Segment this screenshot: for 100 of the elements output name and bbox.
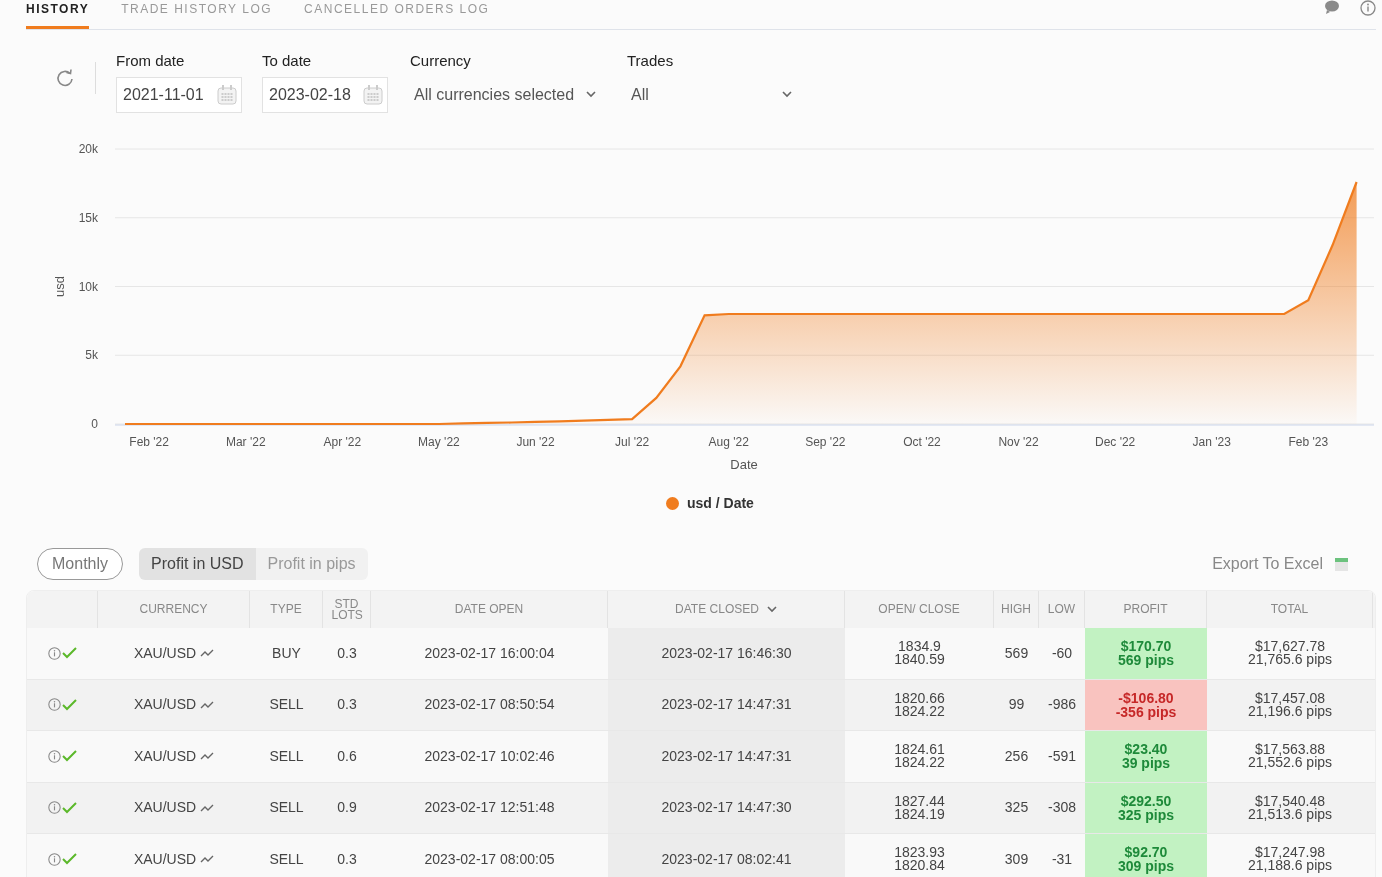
table-cell-text: XAU/USD (133, 643, 197, 663)
checkmark-icon (62, 801, 77, 814)
table-cell: $17,457.08 (1254, 691, 1326, 705)
trend-icon[interactable] (200, 803, 215, 812)
table-cell-text: 2023-02-17 08:00:05 (424, 849, 555, 869)
trend-icon[interactable] (200, 700, 215, 709)
column-header[interactable]: DATE OPEN (454, 604, 524, 615)
table-cell: 1827.44 (894, 794, 945, 808)
x-tick-label: Feb '22 (129, 435, 169, 449)
table-cell-text: XAU/USD (133, 746, 197, 766)
column-header[interactable]: PROFIT (1123, 604, 1168, 615)
table-cell: 1823.93 (894, 846, 945, 860)
table-cell-text: BUY (272, 643, 301, 663)
checkmark-icon (62, 853, 77, 866)
y-tick-label: 10k (78, 279, 98, 294)
sort-chevron-icon (766, 606, 777, 613)
table-cell-text: 0.6 (337, 746, 357, 766)
trend-icon[interactable] (200, 649, 215, 658)
table-cell-text: XAU/USD (133, 849, 197, 869)
info-icon[interactable] (48, 646, 61, 660)
table-cell-text: 0.3 (337, 695, 357, 715)
profit-cell: $292.50 325 pips (1085, 782, 1207, 833)
table-cell-text: 0.3 (337, 849, 357, 869)
trades-dropdown[interactable]: All (627, 76, 792, 113)
table-cell: $17,247.98 (1254, 846, 1326, 860)
x-tick-label: Jul '22 (615, 435, 650, 449)
table-cell: 1834.9 (898, 640, 941, 654)
table-cell-text: XAU/USD (133, 695, 197, 715)
info-icon[interactable] (48, 749, 61, 763)
column-header[interactable]: HIGH (1001, 604, 1031, 615)
x-tick-label: Apr '22 (323, 435, 362, 449)
field-label: Currency (410, 51, 472, 71)
info-icon[interactable] (48, 698, 61, 712)
table-cell: 21,188.6 pips (1247, 859, 1333, 873)
date-field[interactable]: 2023-02-18 (262, 76, 388, 113)
column-header[interactable]: TOTAL (1270, 604, 1309, 615)
column-header[interactable]: STD LOTS (331, 598, 362, 621)
legend-label[interactable]: usd / Date (687, 493, 754, 514)
table-cell: $17,540.48 (1254, 794, 1326, 808)
x-tick-label: Dec '22 (1095, 435, 1136, 449)
info-icon[interactable] (1360, 0, 1376, 16)
table-cell-text: SELL (269, 798, 304, 818)
tab[interactable]: CANCELLED ORDERS LOG (304, 0, 490, 29)
profit-cell: -$106.80 -356 pips (1085, 679, 1207, 730)
info-icon[interactable] (48, 801, 61, 815)
table-cell-text: -591 (1048, 746, 1076, 766)
table-cell-text: -60 (1051, 643, 1073, 663)
field-label: Trades (627, 51, 675, 71)
trend-icon[interactable] (200, 855, 215, 864)
table-cell-text: -308 (1048, 798, 1076, 818)
x-tick-label: Mar '22 (225, 435, 266, 449)
y-axis-title: usd (52, 276, 67, 297)
table-cell-text: 2023-02-17 12:51:48 (424, 798, 555, 818)
column-header[interactable]: DATE CLOSED (675, 604, 759, 615)
export-button[interactable]: Export To Excel (1212, 552, 1348, 576)
date-field[interactable]: 2021-11-01 (116, 76, 242, 113)
table-cell-text: 325 (1004, 798, 1029, 818)
table-cell: 21,765.6 pips (1247, 653, 1333, 667)
x-axis-title: Date (730, 457, 758, 472)
table-cell-text: 0.9 (337, 798, 357, 818)
column-header[interactable]: CURRENCY (139, 604, 208, 615)
table-cell-text: 256 (1004, 746, 1029, 766)
column-header[interactable]: TYPE (270, 604, 302, 615)
profit-cell: $92.70 309 pips (1085, 834, 1207, 877)
table-cell-text: XAU/USD (133, 798, 197, 818)
column-header[interactable]: LOW (1047, 604, 1076, 615)
y-tick-label: 20k (78, 142, 98, 156)
table-cell: 21,552.6 pips (1247, 756, 1333, 770)
x-tick-label: Feb '23 (1288, 435, 1329, 449)
info-icon[interactable] (48, 852, 61, 866)
profit-cell: $170.70 569 pips (1085, 628, 1207, 679)
checkmark-icon (62, 647, 77, 660)
mode-toggle[interactable]: Profit in USD (139, 548, 256, 580)
table-cell: 1824.19 (894, 807, 945, 821)
trend-icon[interactable] (200, 752, 215, 761)
table-cell-text: 0.3 (337, 643, 357, 663)
table-cell-text: 2023-02-17 14:47:30 (661, 798, 792, 818)
table-cell-text: 2023-02-17 10:02:46 (424, 746, 555, 766)
table-cell: 21,513.6 pips (1247, 807, 1333, 821)
x-tick-label: Aug '22 (708, 435, 749, 449)
monthly-button[interactable]: Monthly (37, 548, 124, 580)
field-label: To date (262, 51, 313, 71)
refresh-icon[interactable] (55, 68, 75, 88)
table-cell-text: SELL (269, 849, 304, 869)
table-cell-text: 2023-02-17 14:47:31 (661, 746, 792, 766)
column-header[interactable]: OPEN/ CLOSE (878, 604, 960, 615)
x-tick-label: Nov '22 (998, 435, 1039, 449)
table-cell-text: 2023-02-17 14:47:31 (661, 695, 792, 715)
mode-toggle[interactable]: Profit in pips (255, 548, 368, 580)
x-tick-label: Jan '23 (1192, 435, 1231, 449)
tab[interactable]: TRADE HISTORY LOG (121, 0, 273, 29)
table-cell-text: 2023-02-17 16:46:30 (661, 643, 792, 663)
table-cell: 1820.84 (894, 859, 945, 873)
currency-dropdown[interactable]: All currencies selected (410, 76, 605, 113)
chevron-down-icon (782, 91, 792, 98)
chat-bubble-icon[interactable] (1324, 0, 1340, 14)
table-cell-text: 2023-02-17 08:02:41 (661, 849, 792, 869)
tab[interactable]: HISTORY (26, 0, 90, 29)
table-cell-text: SELL (269, 746, 304, 766)
y-tick-label: 0 (91, 417, 98, 431)
